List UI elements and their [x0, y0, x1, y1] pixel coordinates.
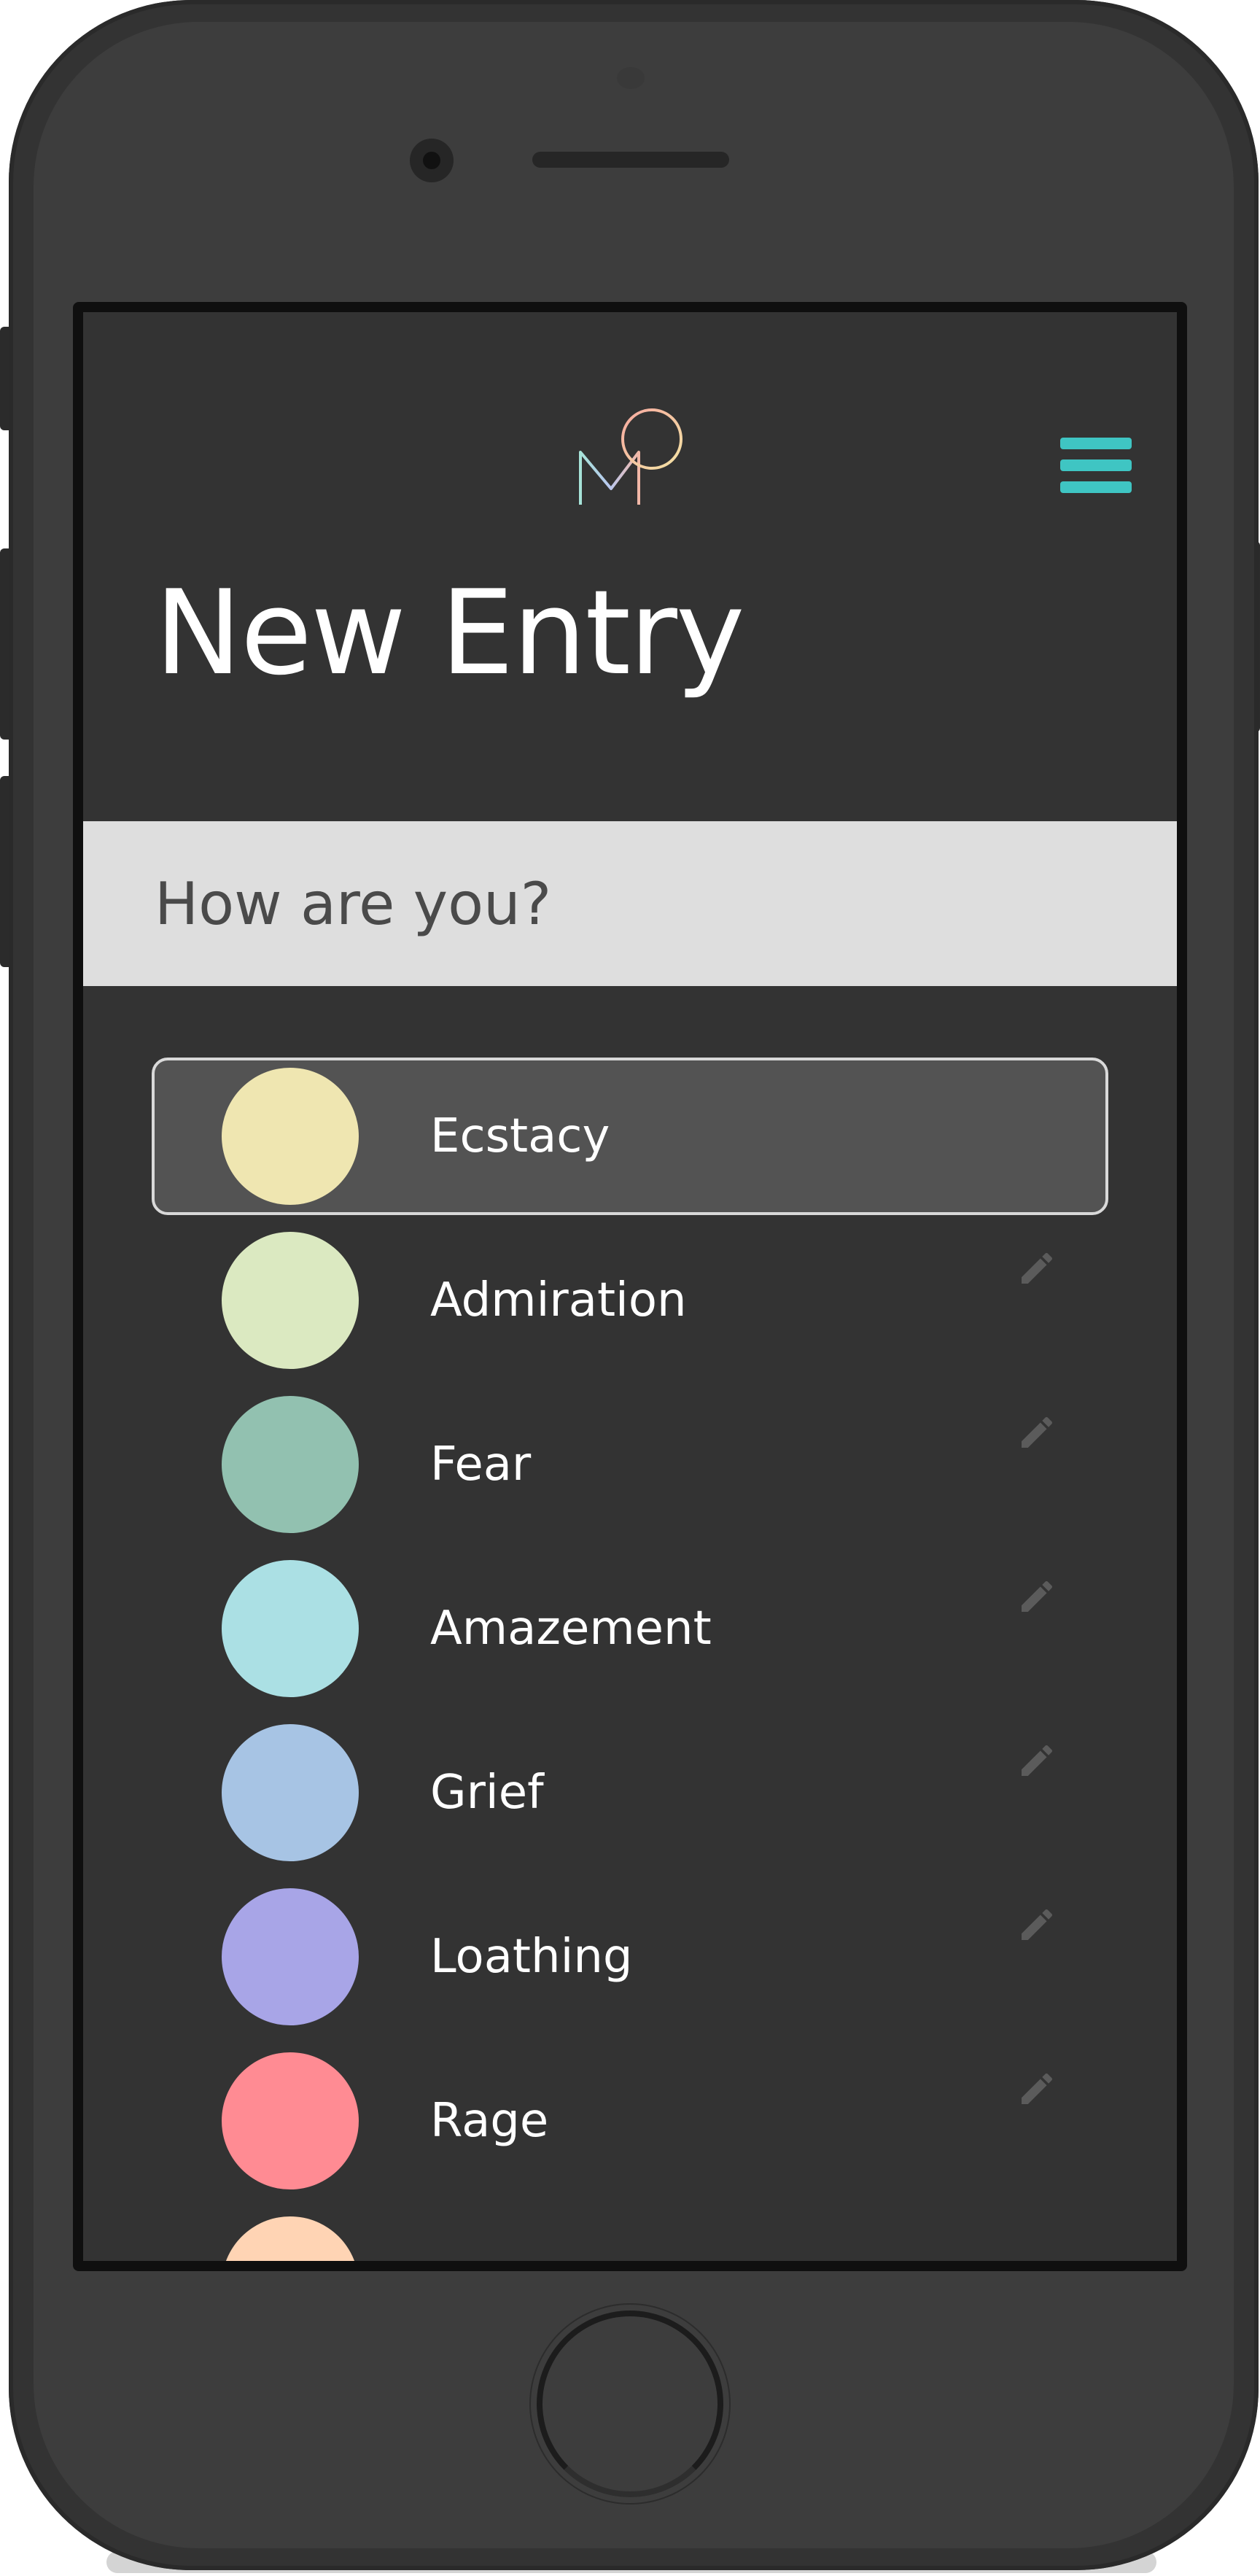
- page-title: New Entry: [155, 565, 745, 701]
- pencil-icon[interactable]: [1016, 1412, 1057, 1453]
- emotion-item-fear[interactable]: Fear: [152, 1386, 1108, 1543]
- mood-prompt: How are you?: [83, 821, 1177, 986]
- color-swatch: [222, 1560, 359, 1697]
- emotion-label: Fear: [430, 1438, 532, 1491]
- app-screen: New Entry How are you? Ecstacy Admiratio…: [83, 312, 1177, 2261]
- app-logo: [576, 407, 687, 509]
- menu-bar-middle: [1060, 459, 1132, 471]
- color-swatch: [222, 1888, 359, 2025]
- hamburger-menu-icon: [1060, 438, 1132, 449]
- emotion-item-grief[interactable]: Grief: [152, 1714, 1108, 1871]
- earpiece-speaker: [532, 152, 729, 168]
- emotion-label: Grief: [430, 1766, 544, 1820]
- emotion-item-ecstacy[interactable]: Ecstacy: [152, 1058, 1108, 1215]
- emotion-item-rage[interactable]: Rage: [152, 2042, 1108, 2200]
- menu-button[interactable]: [1056, 429, 1136, 502]
- color-swatch: [222, 1068, 359, 1205]
- pencil-icon[interactable]: [1016, 1904, 1057, 1945]
- home-button[interactable]: [531, 2305, 729, 2503]
- m-logo-icon: [579, 408, 682, 505]
- emotion-item-partial[interactable]: [152, 2206, 1108, 2261]
- color-swatch: [222, 2216, 359, 2261]
- color-swatch: [222, 1232, 359, 1369]
- emotion-label: Admiration: [430, 1273, 687, 1327]
- emotion-item-amazement[interactable]: Amazement: [152, 1550, 1108, 1707]
- pencil-icon[interactable]: [1016, 1576, 1057, 1617]
- pencil-icon[interactable]: [1016, 1248, 1057, 1289]
- front-camera-icon: [410, 139, 454, 182]
- pencil-icon[interactable]: [1016, 1740, 1057, 1781]
- color-swatch: [222, 1724, 359, 1861]
- proximity-sensor: [617, 67, 645, 89]
- emotion-label: Ecstacy: [430, 1109, 610, 1163]
- emotion-label: Rage: [430, 2094, 549, 2148]
- color-swatch: [222, 1396, 359, 1533]
- menu-bar-bottom: [1060, 481, 1132, 493]
- emotion-item-loathing[interactable]: Loathing: [152, 1878, 1108, 2036]
- emotion-item-admiration[interactable]: Admiration: [152, 1222, 1108, 1379]
- emotion-label: Amazement: [430, 1602, 712, 1656]
- emotion-label: Loathing: [430, 1930, 633, 1984]
- pencil-icon[interactable]: [1016, 2068, 1057, 2109]
- mood-prompt-text: How are you?: [155, 870, 552, 938]
- color-swatch: [222, 2052, 359, 2189]
